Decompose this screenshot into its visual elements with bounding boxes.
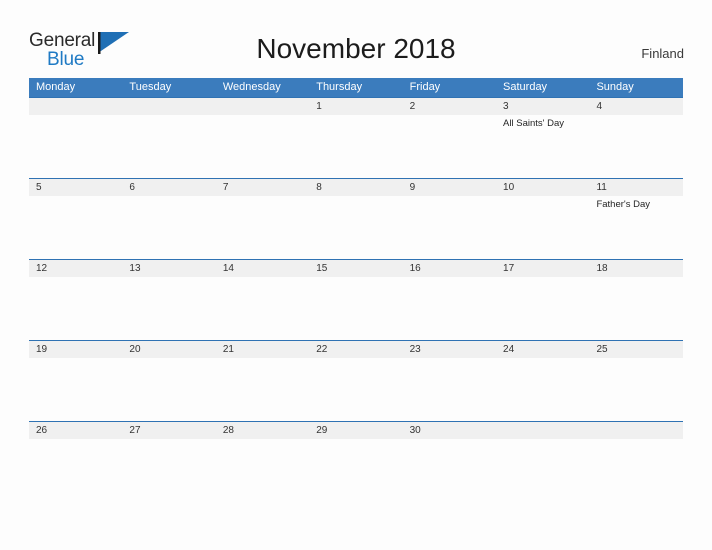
day-number[interactable]: 12 [29,260,122,277]
week-date-strip: 19 20 21 22 23 24 25 [29,341,683,358]
day-event[interactable] [403,196,496,259]
day-number[interactable]: 15 [309,260,402,277]
page-title: November 2018 [256,33,456,64]
day-number[interactable] [589,422,682,439]
day-number[interactable]: 29 [309,422,402,439]
week-event-strip: All Saints' Day [29,115,683,178]
day-event[interactable] [122,358,215,421]
day-number[interactable]: 3 [496,98,589,115]
day-number[interactable]: 24 [496,341,589,358]
day-number[interactable]: 4 [589,98,682,115]
day-event[interactable] [589,358,682,421]
day-event[interactable] [309,115,402,178]
weekday-header-tuesday: Tuesday [129,81,172,93]
day-event[interactable] [216,277,309,340]
day-event[interactable] [309,196,402,259]
weekday-header-thursday: Thursday [316,81,363,93]
day-event[interactable] [589,115,682,178]
day-number[interactable]: 19 [29,341,122,358]
week-row: 12 13 14 15 16 17 18 [29,259,683,340]
day-event[interactable] [496,358,589,421]
day-number[interactable]: 18 [589,260,682,277]
day-number[interactable]: 27 [122,422,215,439]
day-event[interactable] [29,196,122,259]
day-event[interactable] [29,115,122,178]
day-number[interactable]: 14 [216,260,309,277]
day-event[interactable] [216,439,309,502]
weekday-header-monday: Monday [36,81,76,93]
week-event-strip: Father's Day [29,196,683,259]
day-number[interactable]: 7 [216,179,309,196]
day-event[interactable] [122,196,215,259]
locale-label: Finland [641,46,684,61]
day-number[interactable]: 20 [122,341,215,358]
day-number[interactable]: 2 [403,98,496,115]
week-row: 19 20 21 22 23 24 25 [29,340,683,421]
week-event-strip [29,439,683,502]
day-event[interactable] [496,196,589,259]
day-event[interactable] [496,439,589,502]
day-event[interactable] [403,439,496,502]
week-row: 26 27 28 29 30 [29,421,683,502]
week-event-strip [29,358,683,421]
day-number[interactable]: 25 [589,341,682,358]
weekday-header-sunday: Sunday [596,81,634,93]
day-number[interactable]: 11 [589,179,682,196]
day-number[interactable]: 13 [122,260,215,277]
day-event[interactable] [309,439,402,502]
page-header: General Blue November 2018 Finland [0,0,712,76]
day-event-fathers-day[interactable]: Father's Day [589,196,682,259]
week-date-strip: 26 27 28 29 30 [29,422,683,439]
day-number[interactable]: 16 [403,260,496,277]
day-event[interactable] [309,277,402,340]
day-number[interactable]: 17 [496,260,589,277]
day-number[interactable]: 10 [496,179,589,196]
day-event[interactable] [122,277,215,340]
week-row: 5 6 7 8 9 10 11 Father's Day [29,178,683,259]
day-event-all-saints-day[interactable]: All Saints' Day [496,115,589,178]
week-event-strip [29,277,683,340]
day-number[interactable]: 28 [216,422,309,439]
day-event[interactable] [309,358,402,421]
weekday-header-row: Monday Tuesday Wednesday Thursday Friday… [29,78,683,97]
day-number[interactable]: 5 [29,179,122,196]
day-number[interactable]: 1 [309,98,402,115]
weekday-header-wednesday: Wednesday [222,81,281,93]
day-number[interactable]: 26 [29,422,122,439]
day-event[interactable] [29,277,122,340]
day-number[interactable] [122,98,215,115]
day-event[interactable] [403,115,496,178]
day-event[interactable] [122,439,215,502]
day-event[interactable] [122,115,215,178]
day-event[interactable] [589,277,682,340]
weekday-header-saturday: Saturday [503,81,548,93]
day-number[interactable]: 9 [403,179,496,196]
day-number[interactable] [496,422,589,439]
day-event[interactable] [29,358,122,421]
day-event[interactable] [216,358,309,421]
day-number[interactable]: 30 [403,422,496,439]
calendar-page: General Blue November 2018 Finland Monda… [0,0,712,550]
week-date-strip: 12 13 14 15 16 17 18 [29,260,683,277]
week-date-strip: 5 6 7 8 9 10 11 [29,179,683,196]
day-number[interactable] [29,98,122,115]
day-number[interactable]: 8 [309,179,402,196]
week-date-strip: 1 2 3 4 [29,98,683,115]
day-number[interactable]: 21 [216,341,309,358]
day-event[interactable] [216,196,309,259]
day-number[interactable]: 23 [403,341,496,358]
day-event[interactable] [496,277,589,340]
day-event[interactable] [216,115,309,178]
day-event[interactable] [403,277,496,340]
week-row: 1 2 3 4 All Saints' Day [29,97,683,178]
day-number[interactable] [216,98,309,115]
day-event[interactable] [589,439,682,502]
calendar-grid: Monday Tuesday Wednesday Thursday Friday… [29,78,683,502]
day-event[interactable] [29,439,122,502]
weekday-header-friday: Friday [409,81,441,93]
day-number[interactable]: 6 [122,179,215,196]
day-event[interactable] [403,358,496,421]
day-number[interactable]: 22 [309,341,402,358]
